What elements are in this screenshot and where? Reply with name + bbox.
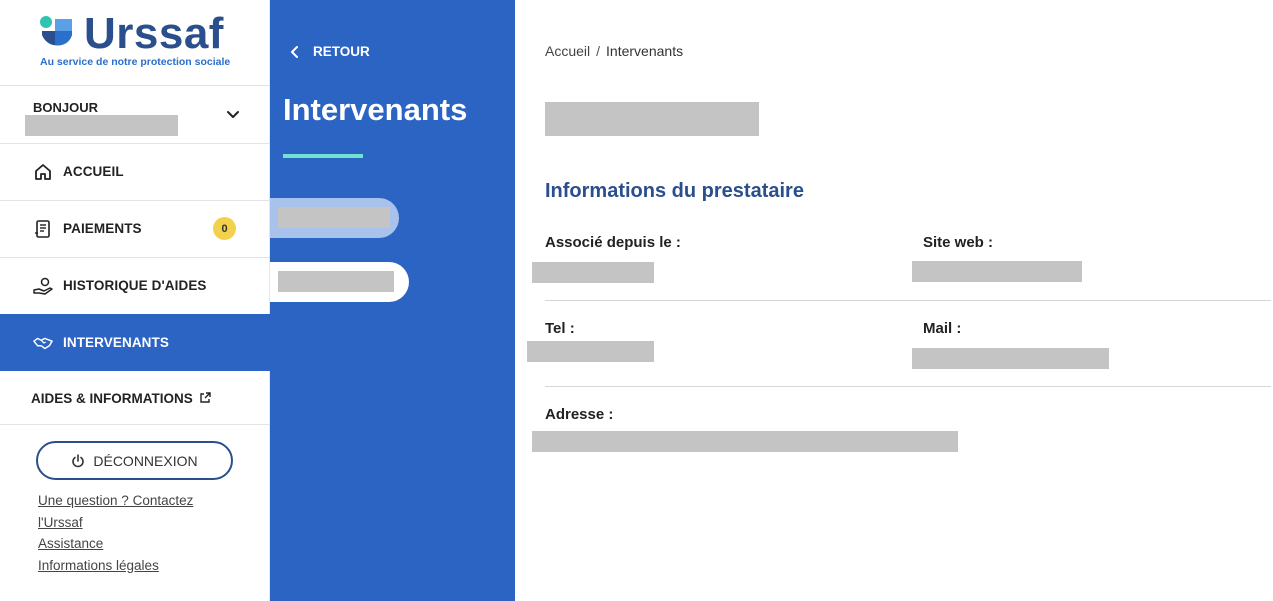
receipt-icon (35, 219, 50, 238)
main-content: Accueil / Intervenants Informations du pre… (515, 0, 1273, 601)
nav-item-intervenants[interactable]: INTERVENANTS (0, 314, 270, 371)
breadcrumb: Accueil / Intervenants (545, 43, 683, 59)
nav-label: AIDES & INFORMATIONS (31, 391, 211, 406)
payments-count-badge: 0 (213, 217, 236, 240)
nav-label: HISTORIQUE D'AIDES (63, 278, 207, 293)
tel-value-redacted (527, 341, 654, 362)
nav-item-aides-informations[interactable]: AIDES & INFORMATIONS (0, 370, 270, 427)
provider-tab-selected[interactable] (270, 198, 399, 238)
external-link-label: AIDES & INFORMATIONS (31, 391, 193, 406)
divider (545, 386, 1271, 387)
greeting-label: BONJOUR (33, 100, 99, 115)
chevron-down-icon (227, 111, 239, 118)
provider-name-redacted (278, 271, 394, 292)
handshake-icon (33, 337, 53, 349)
breadcrumb-separator: / (596, 43, 601, 59)
back-label: RETOUR (313, 44, 370, 59)
logout-button[interactable]: DÉCONNEXION (36, 441, 233, 480)
site-web-label: Site web : (923, 234, 994, 251)
back-button[interactable]: RETOUR (290, 44, 370, 59)
adresse-label: Adresse : (545, 406, 614, 423)
nav-label: ACCUEIL (63, 164, 124, 179)
urssaf-logo-icon (40, 16, 72, 46)
title-underline (283, 154, 363, 158)
provider-tab[interactable] (270, 262, 409, 302)
mail-value-redacted (912, 348, 1109, 369)
user-greeting-toggle[interactable]: BONJOUR (0, 86, 270, 143)
contact-link[interactable]: Une question ? Contactez (38, 490, 193, 512)
divider (545, 300, 1271, 301)
nav-item-accueil[interactable]: ACCUEIL (0, 143, 270, 200)
brand-name: Urssaf (84, 9, 224, 58)
nav-item-historique-aides[interactable]: HISTORIQUE D'AIDES (0, 257, 270, 314)
sub-navigation-panel: RETOUR Intervenants (270, 0, 515, 601)
breadcrumb-current: Intervenants (606, 43, 684, 59)
associe-value-redacted (532, 262, 654, 283)
power-icon (72, 453, 85, 467)
user-name-redacted (25, 115, 178, 136)
section-title: Informations du prestataire (545, 180, 804, 202)
breadcrumb-home-link[interactable]: Accueil (545, 43, 590, 59)
nav-item-paiements[interactable]: PAIEMENTS 0 (0, 200, 270, 257)
provider-name-redacted (278, 207, 390, 228)
mail-label: Mail : (923, 320, 962, 337)
nav-label: PAIEMENTS (63, 221, 142, 236)
home-icon (35, 163, 51, 180)
footer-links: Une question ? Contactez l'Urssaf Assist… (38, 490, 193, 576)
contact-link-continued[interactable]: l'Urssaf (38, 512, 193, 534)
chevron-left-icon (291, 45, 298, 58)
nav-label: INTERVENANTS (63, 335, 169, 350)
associe-label: Associé depuis le : (545, 234, 681, 251)
brand-tagline: Au service de notre protection sociale (40, 56, 231, 68)
divider (0, 424, 270, 425)
tel-label: Tel : (545, 320, 575, 337)
adresse-value-redacted (532, 431, 958, 452)
urssaf-logo[interactable]: Urssaf Au service de notre protection so… (38, 9, 238, 73)
assistance-link[interactable]: Assistance (38, 533, 193, 555)
legal-info-link[interactable]: Informations légales (38, 555, 193, 577)
site-web-value-redacted (912, 261, 1082, 282)
subpanel-title: Intervenants (283, 92, 468, 127)
sidebar: Urssaf Au service de notre protection so… (0, 0, 270, 601)
logout-label: DÉCONNEXION (93, 452, 198, 469)
external-link-icon (199, 392, 211, 403)
provider-title-redacted (545, 102, 759, 136)
hand-coin-icon (33, 277, 53, 295)
